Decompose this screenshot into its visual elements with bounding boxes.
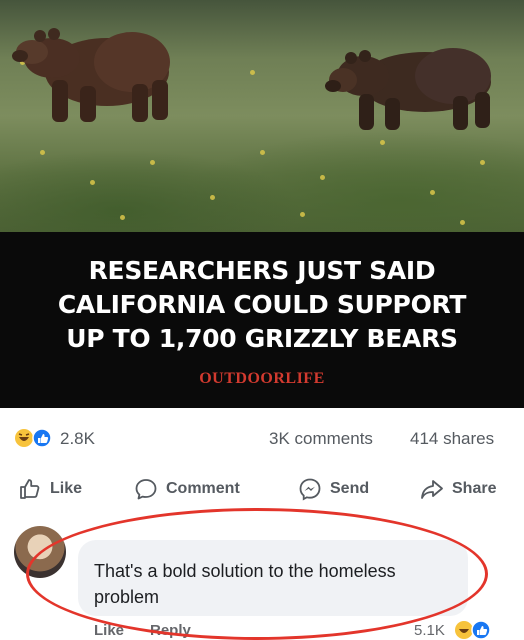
flower [120, 215, 125, 220]
flower [480, 160, 485, 165]
flower [90, 180, 95, 185]
comment-reaction-icons [455, 620, 491, 640]
headline-line: RESEARCHERS JUST SAID [88, 256, 436, 285]
reaction-icons[interactable] [14, 428, 54, 448]
comment-button[interactable]: Comment [134, 476, 240, 502]
send-button-label: Send [330, 480, 370, 497]
comment-text: That's a bold solution to the homeless p… [94, 561, 396, 607]
flower [430, 190, 435, 195]
like-icon [32, 428, 52, 448]
headline-line: UP TO 1,700 GRIZZLY BEARS [66, 324, 458, 353]
flower [40, 150, 45, 155]
grizzly-bear-left [12, 28, 170, 122]
haha-icon [455, 621, 473, 639]
flower [300, 212, 305, 217]
comment-reply-link[interactable]: Reply [150, 622, 191, 639]
flower [460, 220, 465, 225]
comment-button-label: Comment [166, 480, 240, 497]
headline: RESEARCHERS JUST SAID CALIFORNIA COULD S… [0, 254, 524, 356]
flower [320, 175, 325, 180]
share-button-label: Share [452, 480, 497, 497]
flower [150, 160, 155, 165]
comment-count[interactable]: 3K comments [269, 429, 373, 449]
share-arrow-icon [421, 480, 443, 499]
flower [260, 150, 265, 155]
share-count[interactable]: 414 shares [410, 429, 494, 449]
thumbs-up-outline-icon [20, 479, 40, 499]
headline-banner: RESEARCHERS JUST SAID CALIFORNIA COULD S… [0, 232, 524, 408]
reaction-count[interactable]: 2.8K [60, 429, 95, 449]
like-button[interactable]: Like [18, 476, 82, 502]
comment-like-link[interactable]: Like [94, 622, 124, 639]
share-button[interactable]: Share [420, 476, 496, 502]
comment-reaction-count[interactable]: 5.1K [414, 622, 445, 639]
outdoor-life-logo: OUTDOORLIFE [199, 370, 325, 387]
flower [210, 195, 215, 200]
haha-icon [15, 429, 33, 447]
like-icon [471, 620, 491, 640]
flower [250, 70, 255, 75]
headline-line: CALIFORNIA COULD SUPPORT [57, 290, 467, 319]
flower [380, 140, 385, 145]
avatar[interactable] [14, 526, 66, 578]
post-photo[interactable] [0, 0, 524, 232]
grizzly-bear-right [325, 48, 491, 130]
like-button-label: Like [50, 480, 83, 497]
send-button[interactable]: Send [298, 476, 369, 502]
messenger-icon [299, 478, 321, 501]
speech-bubble-icon [135, 479, 157, 500]
